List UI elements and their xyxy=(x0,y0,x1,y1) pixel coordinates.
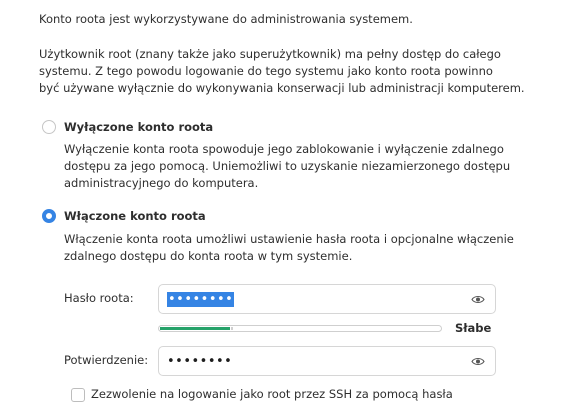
help-line: Włączenie konta roota umożliwi ustawieni… xyxy=(64,232,514,246)
root-password-value[interactable]: •••••••• xyxy=(167,292,235,307)
help-line: zdalnego dostępu do konta roota w tym sy… xyxy=(64,249,353,263)
eye-icon[interactable] xyxy=(471,356,485,367)
root-description: Użytkownik root (znany także jako superu… xyxy=(39,46,525,97)
description-line: być używane wyłącznie do wykonywania kon… xyxy=(39,81,525,95)
disable-root-label[interactable]: Wyłączone konto roota xyxy=(64,119,213,135)
disable-root-help: Wyłączenie konta roota spowoduje jego za… xyxy=(64,141,510,192)
strength-segment-filled xyxy=(160,327,230,330)
enable-root-help: Włączenie konta roota umożliwi ustawieni… xyxy=(64,231,514,265)
confirm-password-value[interactable]: •••••••• xyxy=(167,354,232,369)
confirm-password-field[interactable]: •••••••• xyxy=(158,346,496,376)
description-line: Użytkownik root (znany także jako superu… xyxy=(39,47,501,61)
root-password-label: Hasło roota: xyxy=(64,291,134,305)
ssh-login-label[interactable]: Zezwolenie na logowanie jako root przez … xyxy=(91,387,453,401)
password-strength-meter xyxy=(158,325,442,332)
strength-divider xyxy=(231,327,233,330)
help-line: administracyjnego do komputera. xyxy=(64,176,259,190)
eye-icon[interactable] xyxy=(471,294,485,305)
disable-root-radio[interactable] xyxy=(42,120,56,134)
ssh-login-checkbox[interactable] xyxy=(71,388,85,402)
intro-text: Konto roota jest wykorzystywane do admin… xyxy=(39,12,413,26)
confirm-password-label: Potwierdzenie: xyxy=(64,353,149,367)
description-line: systemu. Z tego powodu logowanie do tego… xyxy=(39,64,493,78)
enable-root-label[interactable]: Włączone konto roota xyxy=(64,208,206,224)
help-line: dostępu za jego pomocą. Uniemożliwi to u… xyxy=(64,159,511,173)
password-strength-label: Słabe xyxy=(455,321,492,335)
help-line: Wyłączenie konta roota spowoduje jego za… xyxy=(64,142,504,156)
enable-root-radio[interactable] xyxy=(42,209,56,223)
root-password-field[interactable]: •••••••• xyxy=(158,284,496,314)
